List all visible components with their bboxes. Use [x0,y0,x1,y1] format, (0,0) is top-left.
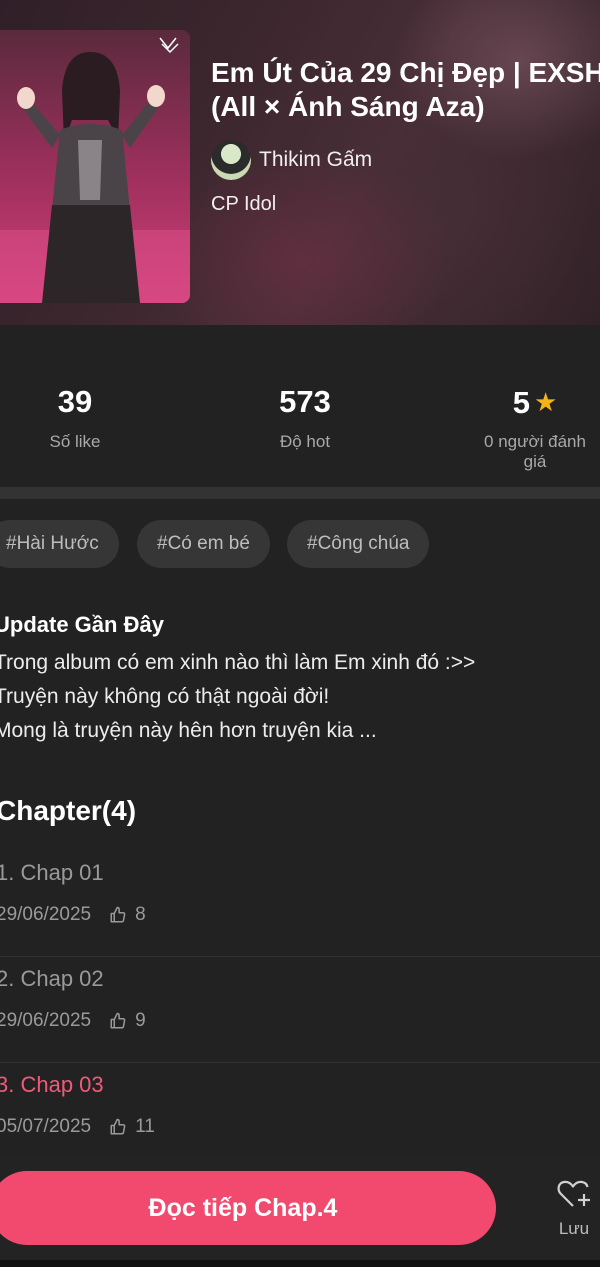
description-line: Mong là truyện này hên hơn truyện kia ..… [0,719,377,742]
rating-label: 0 người đánh giá [484,432,586,471]
thumbs-up-icon [110,1118,126,1135]
chapter-date: 05/07/2025 [0,1116,92,1137]
stat-hot: 573 Độ hot [245,383,365,452]
rating-value: 5 ★ [512,385,558,420]
story-category[interactable]: CP Idol [211,193,276,216]
chapter-likes: 11 [135,1116,155,1137]
section-divider [0,487,600,499]
description-line: Truyện này không có thật ngoài đời! [0,685,330,708]
chapter-meta: 29/06/2025 9 [0,1010,146,1032]
chapter-date: 29/06/2025 [0,904,92,925]
chapter-name: 3. Chap 03 [0,1072,104,1097]
hot-count: 573 [279,384,331,419]
story-title: Em Út Của 29 Chị Đẹp | EXSH (All × Ánh S… [211,57,600,122]
thumbs-up-icon [110,906,126,923]
save-label: Lưu [558,1219,590,1238]
stats-panel: 39 Số like 573 Độ hot 5 ★ 0 người đánh gi… [0,325,600,487]
description-line: Trong album có em xinh nào thì làm Em xi… [0,651,476,674]
chapter-item[interactable]: 1. Chap 01 29/06/2025 8 [0,850,600,957]
chapter-meta: 05/07/2025 11 [0,1116,155,1138]
chapters-heading: Chapter(4) [0,795,137,826]
star-icon: ★ [533,387,558,417]
author-link[interactable]: Thikim Gấm [211,140,372,180]
chapter-item-current[interactable]: 3. Chap 03 05/07/2025 11 [0,1062,600,1168]
description-title: Update Gần Đây [0,612,164,637]
chapter-name: 1. Chap 01 [0,860,104,885]
story-header: Em Út Của 29 Chị Đẹp | EXSH (All × Ánh S… [0,0,600,325]
save-button[interactable]: Lưu [548,1178,600,1239]
bottom-action-bar: Đọc tiếp Chap.4 Lưu [0,1158,600,1267]
author-name: Thikim Gấm [259,148,373,171]
chapter-meta: 29/06/2025 8 [0,904,146,926]
tag-chip[interactable]: #Có em bé [137,520,270,568]
author-avatar [211,140,251,180]
chapter-name: 2. Chap 02 [0,966,104,991]
tag-chip[interactable]: #Hài Hước [0,520,119,568]
hot-label: Độ hot [279,432,331,451]
story-description: Update Gần Đây Trong album có em xinh nà… [0,610,600,748]
chapter-date: 29/06/2025 [0,1010,92,1031]
tag-chip[interactable]: #Công chúa [287,520,430,568]
chapter-item[interactable]: 2. Chap 02 29/06/2025 9 [0,956,600,1063]
likes-count: 39 [57,384,93,419]
likes-label: Số like [49,432,101,451]
chapter-likes: 8 [135,904,146,925]
cover-image[interactable] [0,30,190,303]
thumbs-up-icon [110,1012,126,1029]
continue-reading-button[interactable]: Đọc tiếp Chap.4 [0,1171,496,1245]
screen-bottom-edge [0,1260,600,1267]
stat-likes: 39 Số like [25,383,125,452]
chapter-likes: 9 [135,1010,146,1031]
tag-list: #Hài Hước #Có em bé #Công chúa [0,520,600,568]
stat-rating[interactable]: 5 ★ 0 người đánh giá [470,383,600,472]
heart-plus-icon [557,1180,590,1207]
